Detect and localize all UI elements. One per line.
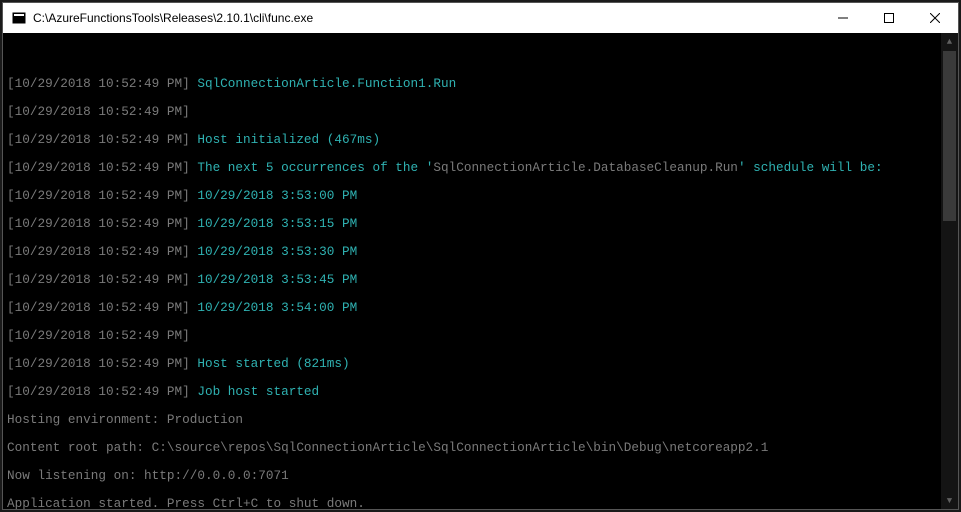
scrollbar-thumb[interactable] bbox=[943, 51, 956, 221]
terminal-output[interactable]: [10/29/2018 10:52:49 PM] SqlConnectionAr… bbox=[3, 33, 958, 509]
vertical-scrollbar[interactable]: ▲ ▼ bbox=[941, 33, 958, 509]
log-text: Application started. Press Ctrl+C to shu… bbox=[7, 497, 937, 509]
log-text: Job host started bbox=[197, 384, 319, 399]
maximize-button[interactable] bbox=[866, 3, 912, 33]
timestamp: [10/29/2018 10:52:49 PM] bbox=[7, 104, 197, 119]
timestamp: [10/29/2018 10:52:49 PM] bbox=[7, 216, 197, 231]
timestamp: [10/29/2018 10:52:49 PM] bbox=[7, 188, 197, 203]
log-text: Host started (821ms) bbox=[197, 356, 349, 371]
window-controls bbox=[820, 3, 958, 33]
log-text: 10/29/2018 3:53:45 PM bbox=[197, 272, 357, 287]
app-window: C:\AzureFunctionsTools\Releases\2.10.1\c… bbox=[2, 2, 959, 510]
log-text: Hosting environment: Production bbox=[7, 413, 937, 427]
scroll-up-icon[interactable]: ▲ bbox=[941, 33, 958, 50]
timestamp: [10/29/2018 10:52:49 PM] bbox=[7, 300, 197, 315]
timestamp: [10/29/2018 10:52:49 PM] bbox=[7, 356, 197, 371]
log-text: ' schedule will be: bbox=[738, 160, 883, 175]
log-text: Host initialized (467ms) bbox=[197, 132, 380, 147]
log-text: Now listening on: http://0.0.0.0:7071 bbox=[7, 469, 937, 483]
timestamp: [10/29/2018 10:52:49 PM] bbox=[7, 132, 197, 147]
minimize-button[interactable] bbox=[820, 3, 866, 33]
timestamp: [10/29/2018 10:52:49 PM] bbox=[7, 160, 197, 175]
timestamp: [10/29/2018 10:52:49 PM] bbox=[7, 328, 197, 343]
log-text: SqlConnectionArticle.DatabaseCleanup.Run bbox=[433, 160, 738, 175]
titlebar[interactable]: C:\AzureFunctionsTools\Releases\2.10.1\c… bbox=[3, 3, 958, 33]
log-text: 10/29/2018 3:53:30 PM bbox=[197, 244, 357, 259]
log-text: 10/29/2018 3:53:15 PM bbox=[197, 216, 357, 231]
log-text: 10/29/2018 3:53:00 PM bbox=[197, 188, 357, 203]
log-text: Content root path: C:\source\repos\SqlCo… bbox=[7, 441, 937, 455]
timestamp: [10/29/2018 10:52:49 PM] bbox=[7, 244, 197, 259]
log-text: SqlConnectionArticle.Function1.Run bbox=[197, 76, 456, 91]
timestamp: [10/29/2018 10:52:49 PM] bbox=[7, 76, 197, 91]
app-icon bbox=[11, 10, 27, 26]
timestamp: [10/29/2018 10:52:49 PM] bbox=[7, 272, 197, 287]
close-button[interactable] bbox=[912, 3, 958, 33]
timestamp: [10/29/2018 10:52:49 PM] bbox=[7, 384, 197, 399]
scroll-down-icon[interactable]: ▼ bbox=[941, 492, 958, 509]
log-text: 10/29/2018 3:54:00 PM bbox=[197, 300, 357, 315]
log-text: The next 5 occurrences of the ' bbox=[197, 160, 433, 175]
titlebar-title: C:\AzureFunctionsTools\Releases\2.10.1\c… bbox=[33, 11, 820, 25]
